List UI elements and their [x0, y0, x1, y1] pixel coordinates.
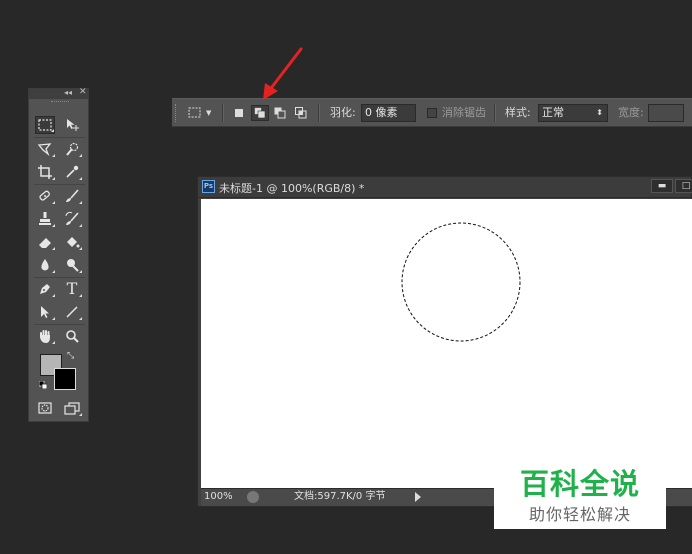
- quick-mask-icon[interactable]: [35, 399, 55, 417]
- chevron-down-icon: ▼: [206, 109, 212, 117]
- tool-separator: [34, 277, 85, 278]
- elliptical-selection: [401, 222, 521, 342]
- move-tool-icon[interactable]: [62, 116, 82, 134]
- toolbar-divider: [494, 104, 496, 122]
- document-window: Ps 未标题-1 @ 100%(RGB/8) * ▬ □ 100% 文档:597…: [197, 176, 692, 507]
- rectangular-marquee-preset-icon: [188, 107, 201, 118]
- paint-bucket-tool-icon[interactable]: [62, 233, 82, 251]
- document-tab[interactable]: Ps 未标题-1 @ 100%(RGB/8) * ▬ □: [198, 177, 692, 198]
- crop-tool-icon[interactable]: [35, 163, 55, 181]
- background-color-swatch[interactable]: [54, 368, 76, 390]
- toolbar-divider: [318, 104, 320, 122]
- history-brush-tool-icon[interactable]: [62, 210, 82, 228]
- status-menu-arrow-icon[interactable]: [415, 492, 421, 502]
- screen-mode-icon[interactable]: [62, 399, 82, 417]
- blur-tool-icon[interactable]: [35, 256, 55, 274]
- tool-separator: [34, 184, 85, 185]
- tool-separator: [34, 324, 85, 325]
- tools-panel-header[interactable]: ◂◂ ✕: [29, 87, 88, 99]
- swap-colors-icon[interactable]: ⤡: [67, 351, 74, 361]
- panel-grip[interactable]: [51, 101, 69, 104]
- tool-separator: [34, 137, 85, 138]
- default-colors-icon[interactable]: [39, 381, 47, 389]
- select-arrows-icon: ⬍: [596, 108, 603, 117]
- watermark-title: 百科全说: [519, 467, 640, 501]
- style-select-value: 正常: [542, 106, 564, 119]
- toolbar-divider: [222, 104, 224, 122]
- document-title: 未标题-1 @ 100%(RGB/8) *: [219, 182, 365, 195]
- feather-label: 羽化:: [330, 106, 356, 119]
- eraser-tool-icon[interactable]: [35, 233, 55, 251]
- tool-preset-picker[interactable]: ▼: [188, 105, 211, 121]
- zoom-tool-icon[interactable]: [62, 327, 82, 345]
- width-input[interactable]: [648, 104, 684, 122]
- maximize-button[interactable]: □: [675, 179, 692, 193]
- canvas[interactable]: [201, 199, 692, 488]
- watermark-subtitle: 助你轻松解决: [528, 505, 631, 524]
- pen-tool-icon[interactable]: [35, 280, 55, 298]
- feather-input[interactable]: 0 像素: [361, 104, 416, 122]
- line-tool-icon[interactable]: [62, 303, 82, 321]
- quick-selection-tool-icon[interactable]: [62, 140, 82, 158]
- options-bar-grip[interactable]: [175, 104, 179, 122]
- document-size-info: 文档:597.7K/0 字节: [294, 491, 386, 502]
- annotation-arrow: [263, 47, 303, 100]
- healing-brush-tool-icon[interactable]: [35, 187, 55, 205]
- style-select[interactable]: 正常 ⬍: [538, 104, 608, 122]
- minimize-button[interactable]: ▬: [651, 179, 673, 193]
- antialias-checkbox[interactable]: [427, 108, 437, 118]
- tools-panel: ◂◂ ✕ T ⤡: [28, 87, 89, 422]
- path-selection-tool-icon[interactable]: [35, 303, 55, 321]
- brush-tool-icon[interactable]: [62, 187, 82, 205]
- watermark: 百科全说 助你轻松解决: [494, 459, 666, 529]
- width-label: 宽度:: [618, 106, 644, 119]
- ps-icon: Ps: [202, 180, 215, 193]
- type-tool-glyph: T: [66, 279, 78, 298]
- lasso-tool-icon[interactable]: [35, 140, 55, 158]
- rectangular-marquee-tool-icon[interactable]: [35, 116, 55, 134]
- add-to-selection-icon[interactable]: [251, 105, 269, 121]
- antialias-label: 消除锯齿: [442, 106, 486, 119]
- collapse-panel-icon[interactable]: ◂◂: [64, 88, 72, 97]
- subtract-from-selection-icon[interactable]: [273, 105, 287, 121]
- status-info-icon[interactable]: [247, 491, 259, 503]
- style-label: 样式:: [505, 106, 531, 119]
- new-selection-icon[interactable]: [232, 105, 246, 121]
- hand-tool-icon[interactable]: [35, 327, 55, 345]
- intersect-selection-icon[interactable]: [294, 105, 308, 121]
- close-panel-icon[interactable]: ✕: [79, 87, 87, 97]
- type-tool-icon[interactable]: T: [62, 280, 82, 298]
- clone-stamp-tool-icon[interactable]: [35, 210, 55, 228]
- dodge-tool-icon[interactable]: [62, 256, 82, 274]
- eyedropper-tool-icon[interactable]: [62, 163, 82, 181]
- zoom-level-field[interactable]: 100%: [204, 490, 242, 504]
